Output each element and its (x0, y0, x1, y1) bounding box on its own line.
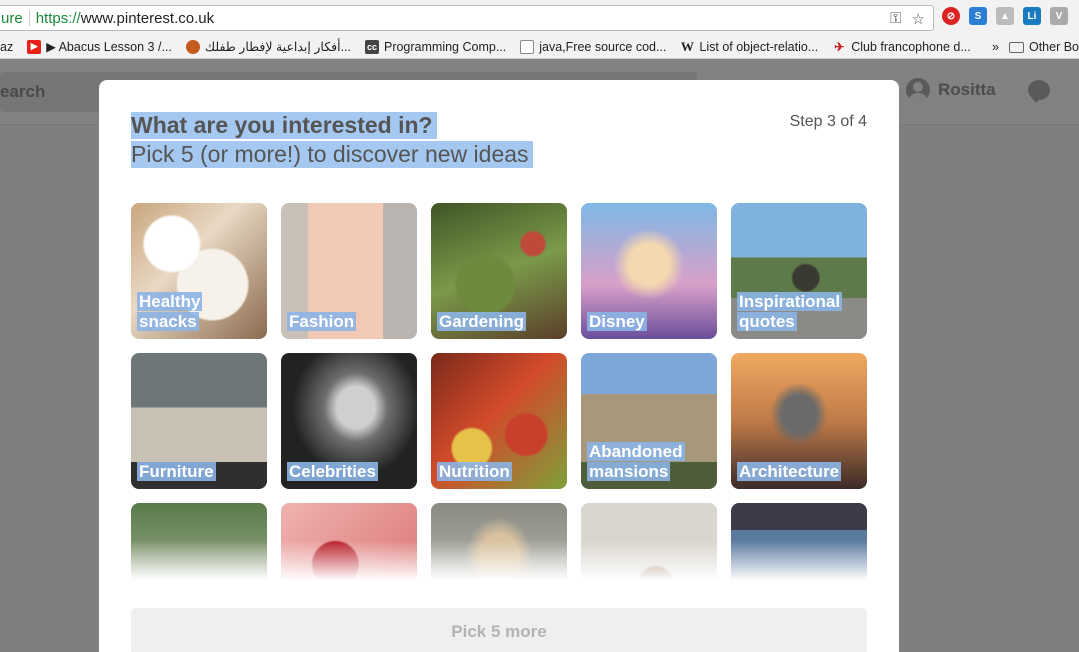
topic-tile[interactable]: Fashion (281, 203, 417, 339)
topic-label: Celebrities (287, 462, 411, 482)
topic-label: Furniture (137, 462, 261, 482)
topic-tile[interactable]: Healthy snacks (131, 203, 267, 339)
modal-subtitle: Pick 5 (or more!) to discover new ideas (131, 141, 533, 168)
topic-label-text: Celebrities (287, 462, 378, 481)
bookmarks-bar: az ▶ ▶ Abacus Lesson 3 /... أفكار إبداعية… (0, 35, 1079, 59)
site-icon (185, 39, 200, 54)
bookmark-item[interactable]: ✈ Club francophone d... (832, 40, 971, 54)
bookmark-label: List of object-relatio... (699, 39, 819, 54)
url-host: www.pinterest.co.uk (80, 9, 215, 27)
other-bookmarks-label: Other Bo (1028, 40, 1079, 54)
topic-tile[interactable]: Abandoned mansions (581, 353, 717, 489)
bookmark-item[interactable]: ▶ ▶ Abacus Lesson 3 /... (27, 39, 172, 54)
page-icon (520, 39, 535, 54)
search-placeholder: earch (0, 82, 46, 101)
address-bar[interactable]: ure https:// www.pinterest.co.uk ⚿ ☆ (0, 5, 934, 31)
topic-label: Inspirational quotes (737, 292, 861, 332)
bookmark-item[interactable]: java,Free source cod... (520, 39, 667, 54)
modal-subtitle-text: Pick 5 (or more!) to discover new ideas (131, 141, 533, 168)
topic-label: Nutrition (437, 462, 561, 482)
topic-label-text: Furniture (137, 462, 216, 481)
topic-label-text: Nutrition (437, 462, 512, 481)
topic-label: Healthy snacks (137, 292, 261, 332)
other-bookmarks[interactable]: Other Bo (1008, 40, 1079, 54)
topic-tile[interactable]: Furniture (131, 353, 267, 489)
skype-extension-icon[interactable]: S (969, 7, 987, 25)
bookmark-item[interactable]: az (0, 40, 13, 54)
url-protocol: https:// (35, 9, 81, 27)
linkedin-extension-icon[interactable]: Li (1023, 7, 1041, 25)
topic-label-text: Gardening (437, 312, 527, 331)
divider (28, 10, 30, 26)
browser-toolbar: ure https:// www.pinterest.co.uk ⚿ ☆ ⊘ S… (0, 0, 1079, 35)
chat-icon[interactable] (1028, 80, 1050, 103)
topic-label-text: Disney (587, 312, 647, 331)
grid-fade (99, 540, 899, 585)
topic-label-text: Architecture (737, 462, 842, 481)
bookmark-label: Programming Comp... (383, 39, 507, 54)
topic-label-text: Fashion (287, 312, 357, 331)
youtube-icon: ▶ (27, 39, 42, 54)
interests-modal: What are you interested in? Pick 5 (or m… (99, 80, 899, 652)
star-icon[interactable]: ☆ (912, 10, 925, 28)
topic-label: Disney (587, 312, 711, 332)
topic-tile[interactable]: Disney (581, 203, 717, 339)
drive-extension-icon[interactable]: ▲ (996, 7, 1014, 25)
topic-tile[interactable]: Inspirational quotes (731, 203, 867, 339)
topic-label: Fashion (287, 312, 411, 332)
bookmark-item[interactable]: أفكار إبداعية لإفطار طفلك... (185, 39, 351, 54)
topic-label-text: Healthy snacks (137, 292, 203, 331)
topic-tile[interactable]: Architecture (731, 353, 867, 489)
bookmark-label: أفكار إبداعية لإفطار طفلك... (204, 40, 351, 54)
bookmark-item[interactable]: W List of object-relatio... (680, 38, 819, 54)
topic-tile[interactable]: Gardening (431, 203, 567, 339)
profile-button[interactable]: Rositta (906, 78, 996, 102)
adblock-extension-icon[interactable]: ⊘ (942, 7, 960, 25)
bookmark-item[interactable]: cc Programming Comp... (364, 39, 507, 54)
topic-tile[interactable]: Nutrition (431, 353, 567, 489)
bookmark-label: ▶ Abacus Lesson 3 /... (46, 40, 172, 54)
topic-label: Gardening (437, 312, 561, 332)
topic-grid: Healthy snacks Fashion Gardening Disney Insp… (131, 203, 867, 580)
user-name: Rositta (938, 80, 996, 99)
topic-label: Abandoned mansions (587, 442, 711, 482)
modal-title-text: What are you interested in? (131, 112, 437, 139)
cc-icon: cc (364, 39, 379, 54)
pick-more-button[interactable]: Pick 5 more (131, 608, 867, 652)
more-bookmarks-chevron-icon[interactable]: » (992, 40, 999, 54)
avatar-icon (906, 78, 930, 102)
key-icon[interactable]: ⚿ (890, 10, 901, 28)
bookmark-label: az (0, 39, 14, 54)
wikipedia-icon: W (680, 38, 694, 54)
topic-label-text: Abandoned mansions (587, 442, 685, 481)
secure-label: ure (1, 9, 23, 27)
bookmark-label: java,Free source cod... (539, 39, 667, 54)
folder-icon (1008, 41, 1024, 53)
topic-tile[interactable]: Celebrities (281, 353, 417, 489)
site-icon: ✈ (834, 39, 845, 54)
step-indicator: Step 3 of 4 (789, 113, 867, 130)
bookmark-label: Club francophone d... (851, 39, 971, 54)
topic-label-text: Inspirational quotes (737, 292, 843, 331)
topic-label: Architecture (737, 462, 861, 482)
modal-title: What are you interested in? (131, 112, 437, 139)
vimeo-extension-icon[interactable]: V (1050, 7, 1068, 25)
